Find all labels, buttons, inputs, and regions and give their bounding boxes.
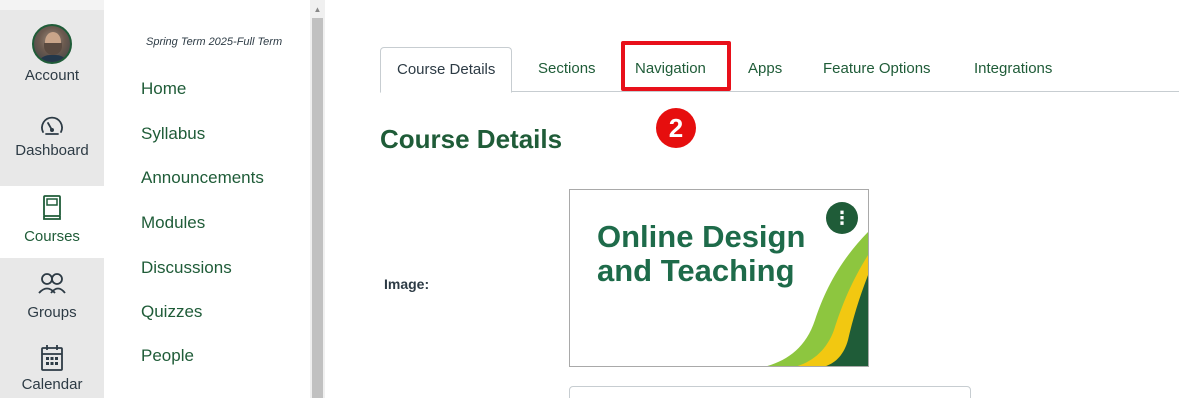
global-nav-dashboard[interactable]: Dashboard — [0, 112, 104, 160]
page-title: Course Details — [380, 124, 563, 154]
groups-icon — [0, 272, 104, 296]
calendar-icon — [0, 344, 104, 372]
tab-integrations[interactable]: Integrations — [974, 47, 1052, 92]
avatar — [32, 24, 72, 64]
course-nav-home[interactable]: Home — [141, 79, 186, 99]
course-image-title: Online Design and Teaching — [597, 219, 806, 288]
scroll-thumb[interactable] — [312, 18, 323, 398]
tab-course-details[interactable]: Course Details — [380, 47, 513, 93]
image-options-button[interactable]: ⋮ — [826, 202, 858, 234]
global-nav-calendar[interactable]: Calendar — [0, 344, 104, 394]
global-nav-account-label: Account — [24, 67, 80, 84]
course-name-input[interactable] — [569, 386, 971, 398]
global-nav-courses[interactable]: Courses — [0, 186, 104, 258]
course-nav: Spring Term 2025-Full Term Home Syllabus… — [104, 0, 310, 398]
global-nav-groups[interactable]: Groups — [0, 272, 104, 322]
global-nav-courses-label: Courses — [24, 228, 80, 245]
image-label: Image: — [384, 276, 430, 292]
tab-feature-options[interactable]: Feature Options — [823, 47, 931, 92]
global-nav: Account Dashboard Courses Groups Calenda… — [0, 0, 104, 398]
courses-icon — [0, 194, 104, 222]
course-nav-discussions[interactable]: Discussions — [141, 258, 232, 278]
global-nav-top-strip — [0, 0, 104, 10]
course-nav-people[interactable]: People — [141, 346, 194, 366]
course-nav-syllabus[interactable]: Syllabus — [141, 124, 205, 144]
term-label: Spring Term 2025-Full Term — [146, 36, 283, 48]
global-nav-calendar-label: Calendar — [21, 376, 83, 393]
global-nav-account[interactable]: Account — [0, 24, 104, 85]
dashboard-icon — [0, 112, 104, 140]
course-nav-scrollbar[interactable]: ▲ — [310, 0, 325, 398]
global-nav-groups-label: Groups — [27, 304, 77, 321]
settings-tabs: Course Details Sections Navigation Apps … — [380, 47, 1179, 93]
course-nav-modules[interactable]: Modules — [141, 213, 205, 233]
scroll-up-arrow-icon[interactable]: ▲ — [310, 4, 325, 14]
navigation-tab-highlight — [621, 41, 731, 91]
course-nav-announcements[interactable]: Announcements — [141, 168, 264, 188]
tab-sections[interactable]: Sections — [538, 47, 596, 92]
global-nav-dashboard-label: Dashboard — [15, 142, 89, 159]
tab-apps[interactable]: Apps — [748, 47, 782, 92]
course-nav-quizzes[interactable]: Quizzes — [141, 302, 202, 322]
step-number-badge: 2 — [656, 108, 696, 148]
course-image[interactable]: Online Design and Teaching ⋮ — [569, 189, 869, 367]
